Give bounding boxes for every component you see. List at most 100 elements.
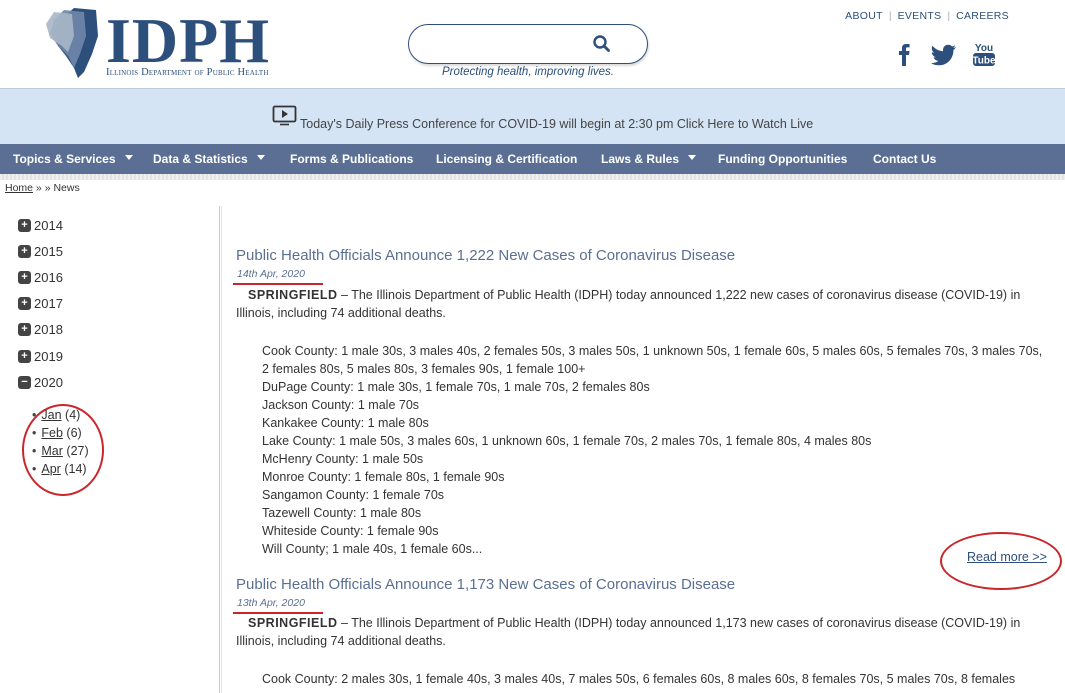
breadcrumb: Home » » News xyxy=(5,182,80,194)
month-item-jan: Jan (4) xyxy=(32,408,89,426)
archive-sidebar: +2014 +2015 +2016 +2017 +2018 +2019 −202… xyxy=(0,206,218,693)
video-play-icon xyxy=(272,105,297,126)
lead-text: – The Illinois Department of Public Heal… xyxy=(236,616,1021,648)
nav-data-statistics[interactable]: Data & Statistics xyxy=(153,144,265,174)
month-item-feb: Feb (6) xyxy=(32,426,89,444)
year-2017[interactable]: +2017 xyxy=(18,296,63,314)
expand-plus-icon: + xyxy=(18,219,31,233)
article-title[interactable]: Public Health Officials Announce 1,173 N… xyxy=(236,576,735,593)
list-item: Lake County: 1 male 50s, 3 males 60s, 1 … xyxy=(262,434,872,448)
svg-text:You: You xyxy=(975,43,993,54)
nav-contact-us[interactable]: Contact Us xyxy=(873,144,936,174)
youtube-icon: You Tube xyxy=(972,43,996,67)
nav-shadow-strip xyxy=(0,174,1065,180)
nav-label: Funding Opportunities xyxy=(718,152,848,166)
list-item: Tazewell County: 1 male 80s xyxy=(262,506,422,520)
careers-link[interactable]: CAREERS xyxy=(956,10,1009,22)
month-count: (27) xyxy=(66,444,89,458)
nav-laws-rules[interactable]: Laws & Rules xyxy=(601,144,697,174)
search-input[interactable] xyxy=(423,34,583,54)
article-title[interactable]: Public Health Officials Announce 1,222 N… xyxy=(236,247,735,264)
year-label: 2014 xyxy=(34,218,63,233)
nav-label: Laws & Rules xyxy=(601,152,680,166)
nav-topics-services[interactable]: Topics & Services xyxy=(13,144,133,174)
nav-label: Licensing & Certification xyxy=(436,152,578,166)
main-nav: Topics & Services Data & Statistics Form… xyxy=(0,144,1065,174)
facebook-icon xyxy=(899,44,910,66)
breadcrumb-home-link[interactable]: Home xyxy=(5,182,33,194)
article-date: 13th Apr, 2020 xyxy=(237,597,305,609)
search-button[interactable] xyxy=(589,31,615,57)
site-header: IDPH Illinois Department of Public Healt… xyxy=(0,0,1065,88)
list-item: Whiteside County: 1 female 90s xyxy=(262,524,439,538)
youtube-link[interactable]: You Tube xyxy=(972,40,996,68)
year-label: 2015 xyxy=(34,244,63,259)
year-2014[interactable]: +2014 xyxy=(18,218,63,236)
year-2020[interactable]: −2020 xyxy=(18,375,63,393)
nav-label: Contact Us xyxy=(873,152,937,166)
year-2016[interactable]: +2016 xyxy=(18,270,63,288)
month-item-apr: Apr (14) xyxy=(32,462,89,480)
nav-label: Topics & Services xyxy=(13,152,116,166)
month-item-mar: Mar (27) xyxy=(32,444,89,462)
year-label: 2018 xyxy=(34,322,63,337)
month-count: (4) xyxy=(65,408,81,422)
chevron-down-icon xyxy=(688,155,697,161)
breadcrumb-current: News xyxy=(53,182,80,194)
about-link[interactable]: ABOUT xyxy=(845,10,883,22)
lead-text: – The Illinois Department of Public Heal… xyxy=(236,288,1021,320)
month-link-jan[interactable]: Jan xyxy=(41,408,61,422)
year-2018[interactable]: +2018 xyxy=(18,322,63,340)
svg-text:Tube: Tube xyxy=(972,56,996,67)
separator: | xyxy=(888,10,892,22)
nav-forms-publications[interactable]: Forms & Publications xyxy=(290,144,413,174)
expand-plus-icon: + xyxy=(18,297,31,311)
dateline-city: SPRINGFIELD xyxy=(248,288,338,302)
article-lead: SPRINGFIELD – The Illinois Department of… xyxy=(236,286,1048,322)
year-2019[interactable]: +2019 xyxy=(18,349,63,367)
year-label: 2016 xyxy=(34,270,63,285)
month-link-apr[interactable]: Apr xyxy=(41,462,60,476)
facebook-link[interactable] xyxy=(894,40,914,68)
article-date: 14th Apr, 2020 xyxy=(237,268,305,280)
chevron-down-icon xyxy=(256,155,265,161)
collapse-minus-icon: − xyxy=(18,376,31,390)
twitter-link[interactable] xyxy=(930,40,958,68)
month-link-feb[interactable]: Feb xyxy=(41,426,63,440)
logo-subtitle: Illinois Department of Public Health xyxy=(106,67,269,78)
breadcrumb-separator: » » xyxy=(33,182,54,194)
press-conference-banner[interactable]: Today's Daily Press Conference for COVID… xyxy=(0,88,1065,144)
banner-content[interactable]: Today's Daily Press Conference for COVID… xyxy=(272,105,813,131)
nav-licensing-certification[interactable]: Licensing & Certification xyxy=(436,144,577,174)
year-2015[interactable]: +2015 xyxy=(18,244,63,262)
list-item: Kankakee County: 1 male 80s xyxy=(262,416,429,430)
expand-plus-icon: + xyxy=(18,271,31,285)
dateline-city: SPRINGFIELD xyxy=(248,616,338,630)
county-list: Cook County: 1 male 30s, 3 males 40s, 2 … xyxy=(262,342,1047,558)
expand-plus-icon: + xyxy=(18,323,31,337)
top-links: ABOUT | EVENTS | CAREERS xyxy=(845,10,1009,22)
nav-funding-opportunities[interactable]: Funding Opportunities xyxy=(718,144,847,174)
chevron-down-icon xyxy=(124,155,133,161)
list-item: DuPage County: 1 male 30s, 1 female 70s,… xyxy=(262,380,650,394)
content-divider xyxy=(219,206,220,693)
events-link[interactable]: EVENTS xyxy=(898,10,942,22)
expand-plus-icon: + xyxy=(18,245,31,259)
month-count: (14) xyxy=(64,462,87,476)
list-item: Cook County: 2 males 30s, 1 female 40s, … xyxy=(262,672,1016,686)
search-box xyxy=(408,24,648,64)
list-item: Jackson County: 1 male 70s xyxy=(262,398,420,412)
nav-label: Data & Statistics xyxy=(153,152,248,166)
list-item: Will County; 1 male 40s, 1 female 60s... xyxy=(262,542,483,556)
month-link-mar[interactable]: Mar xyxy=(41,444,63,458)
list-item: Monroe County: 1 female 80s, 1 female 90… xyxy=(262,470,505,484)
month-count: (6) xyxy=(66,426,82,440)
county-list: Cook County: 2 males 30s, 1 female 40s, … xyxy=(262,670,1047,688)
illinois-map-icon xyxy=(46,8,98,78)
nav-label: Forms & Publications xyxy=(290,152,414,166)
list-item: McHenry County: 1 male 50s xyxy=(262,452,424,466)
expand-plus-icon: + xyxy=(18,350,31,364)
read-more-link[interactable]: Read more >> xyxy=(967,550,1047,564)
banner-text[interactable]: Today's Daily Press Conference for COVID… xyxy=(300,117,813,131)
idph-logo[interactable]: IDPH Illinois Department of Public Healt… xyxy=(44,5,314,82)
